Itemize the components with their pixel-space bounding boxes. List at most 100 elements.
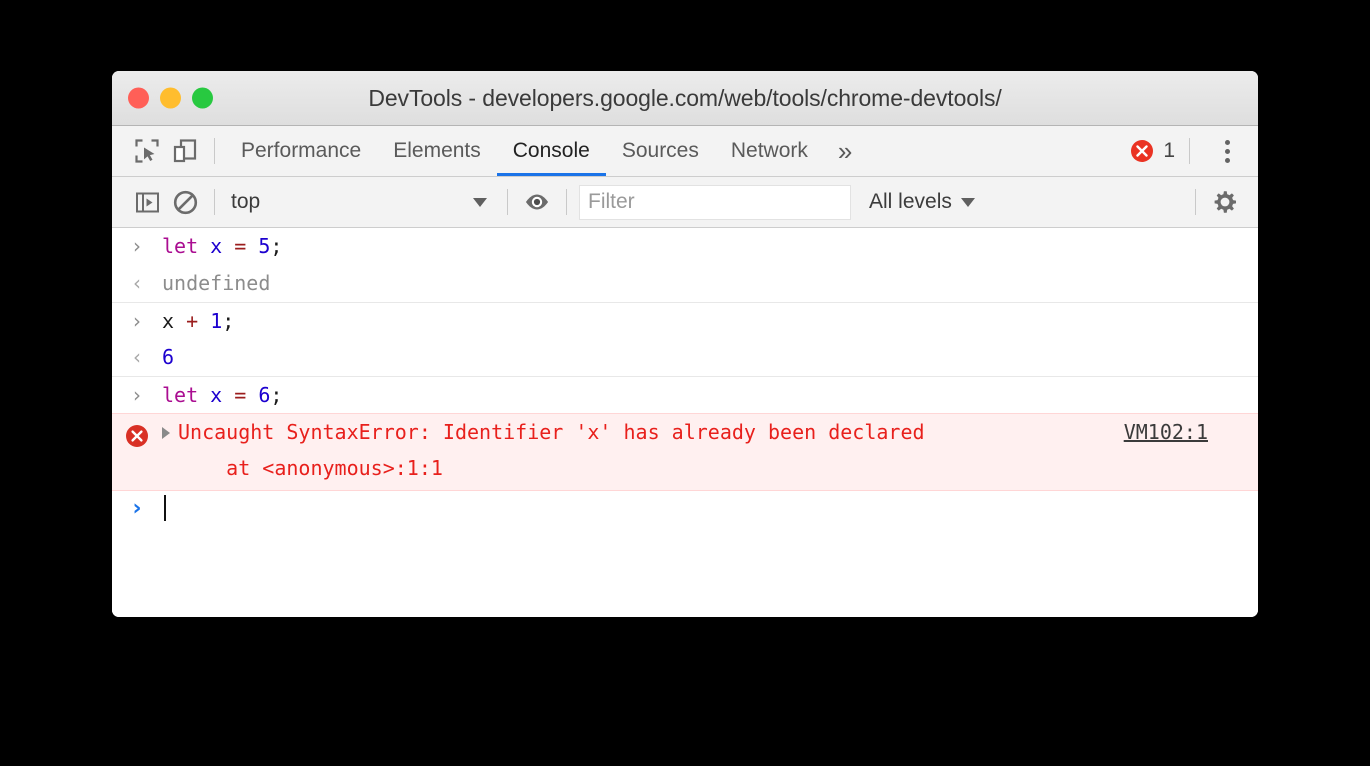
console-input-text: x + 1; [162,303,234,339]
toolbar-divider [214,138,215,164]
prompt-chevron-icon: › [132,496,142,521]
console-toolbar-divider-2 [507,189,508,215]
tab-performance[interactable]: Performance [225,126,377,176]
kebab-dot [1224,148,1230,154]
clear-console-icon[interactable] [166,183,204,221]
kebab-dot [1224,139,1230,145]
message-gutter: › [112,303,162,339]
filter-input[interactable]: Filter [579,184,851,220]
output-arrow-icon: ‹ [133,345,141,369]
token-operator: = [234,383,247,407]
chevron-down-icon [960,197,975,207]
error-line-1: Uncaught SyntaxError: Identifier 'x' has… [178,420,925,444]
token-identifier: x [162,309,175,333]
token-number: 6 [258,383,271,407]
token-punctuation: ; [270,234,283,258]
console-output-row[interactable]: ‹ undefined [112,265,1258,302]
console-settings-group [1185,183,1244,221]
error-gutter [112,414,162,449]
tab-elements[interactable]: Elements [377,126,497,176]
console-output-text: undefined [162,271,271,295]
text-caret [164,495,166,521]
input-arrow-icon: › [133,234,141,258]
console-message-list[interactable]: › let x = 5; ‹ undefined › x + 1; ‹ 6 › … [112,228,1258,617]
token-keyword: let [162,234,199,258]
device-toolbar-icon[interactable] [166,132,204,170]
tab-console[interactable]: Console [496,126,606,176]
error-source-link[interactable]: VM102:1 [1124,414,1258,450]
window-title: DevTools - developers.google.com/web/too… [368,84,1002,111]
console-toolbar-divider-1 [214,189,215,215]
close-window-button[interactable] [128,87,149,109]
tab-sources-label: Sources [621,139,699,162]
execution-context-selector[interactable]: top [225,190,497,214]
log-level-selector[interactable]: All levels [869,190,975,214]
console-toolbar-divider-3 [566,189,567,215]
token-number: 1 [210,309,223,333]
error-count-label: 1 [1163,139,1175,162]
console-prompt-input[interactable] [162,491,166,527]
input-arrow-icon: › [133,383,141,407]
log-level-label: All levels [869,190,952,213]
token-operator: + [186,309,199,333]
message-gutter: › [112,491,162,527]
console-input-row[interactable]: › let x = 5; [112,228,1258,265]
inspect-element-icon[interactable] [128,132,166,170]
input-arrow-icon: › [133,309,141,333]
error-line-2: at <anonymous>:1:1 [178,456,443,480]
console-input-row[interactable]: › let x = 6; [112,376,1258,413]
execution-context-label: top [231,190,261,213]
console-toolbar-divider-4 [1195,189,1196,215]
output-arrow-icon: ‹ [133,271,141,295]
console-toolbar: top Filter All levels [112,177,1258,228]
tab-network[interactable]: Network [715,126,824,176]
triangle-glyph [162,427,170,439]
error-circle-icon [126,425,148,447]
live-expression-eye-icon[interactable] [518,183,556,221]
show-console-sidebar-icon[interactable] [128,183,166,221]
tab-console-label: Console [512,139,590,162]
console-input-row[interactable]: › x + 1; [112,302,1258,339]
kebab-menu-icon[interactable] [1210,134,1244,168]
gear-icon[interactable] [1206,183,1244,221]
message-gutter: ‹ [112,339,162,375]
console-output-text: 6 [162,345,175,369]
tabbar-right-actions: 1 [1129,134,1244,168]
window-titlebar: DevTools - developers.google.com/web/too… [112,71,1258,126]
more-tabs-button[interactable]: » [824,126,866,176]
message-gutter: › [112,377,162,413]
filter-placeholder: Filter [588,190,635,213]
devtools-tabbar: Performance Elements Console Sources Net… [112,126,1258,177]
error-count-badge[interactable]: 1 [1129,138,1179,164]
console-error-text: Uncaught SyntaxError: Identifier 'x' has… [178,414,1124,486]
tab-sources[interactable]: Sources [606,126,715,176]
console-prompt-row[interactable]: › [112,491,1258,528]
token-number: 5 [258,234,271,258]
token-operator: = [234,234,247,258]
tabbar-divider-right [1189,138,1190,164]
token-keyword: let [162,383,199,407]
disclosure-triangle-icon[interactable] [162,414,178,439]
panel-tabs: Performance Elements Console Sources Net… [225,126,866,176]
kebab-dot [1224,157,1230,163]
message-gutter: › [112,228,162,264]
token-punctuation: ; [222,309,235,333]
maximize-window-button[interactable] [192,87,213,109]
token-identifier: x [210,234,223,258]
console-error-row[interactable]: Uncaught SyntaxError: Identifier 'x' has… [112,413,1258,491]
console-input-text: let x = 5; [162,228,282,264]
tab-performance-label: Performance [241,139,362,162]
minimize-window-button[interactable] [160,87,181,109]
token-punctuation: ; [270,383,283,407]
console-output-row[interactable]: ‹ 6 [112,339,1258,376]
chevron-down-icon [473,197,487,207]
error-circle-icon [1131,140,1154,162]
devtools-window: DevTools - developers.google.com/web/too… [112,71,1258,617]
